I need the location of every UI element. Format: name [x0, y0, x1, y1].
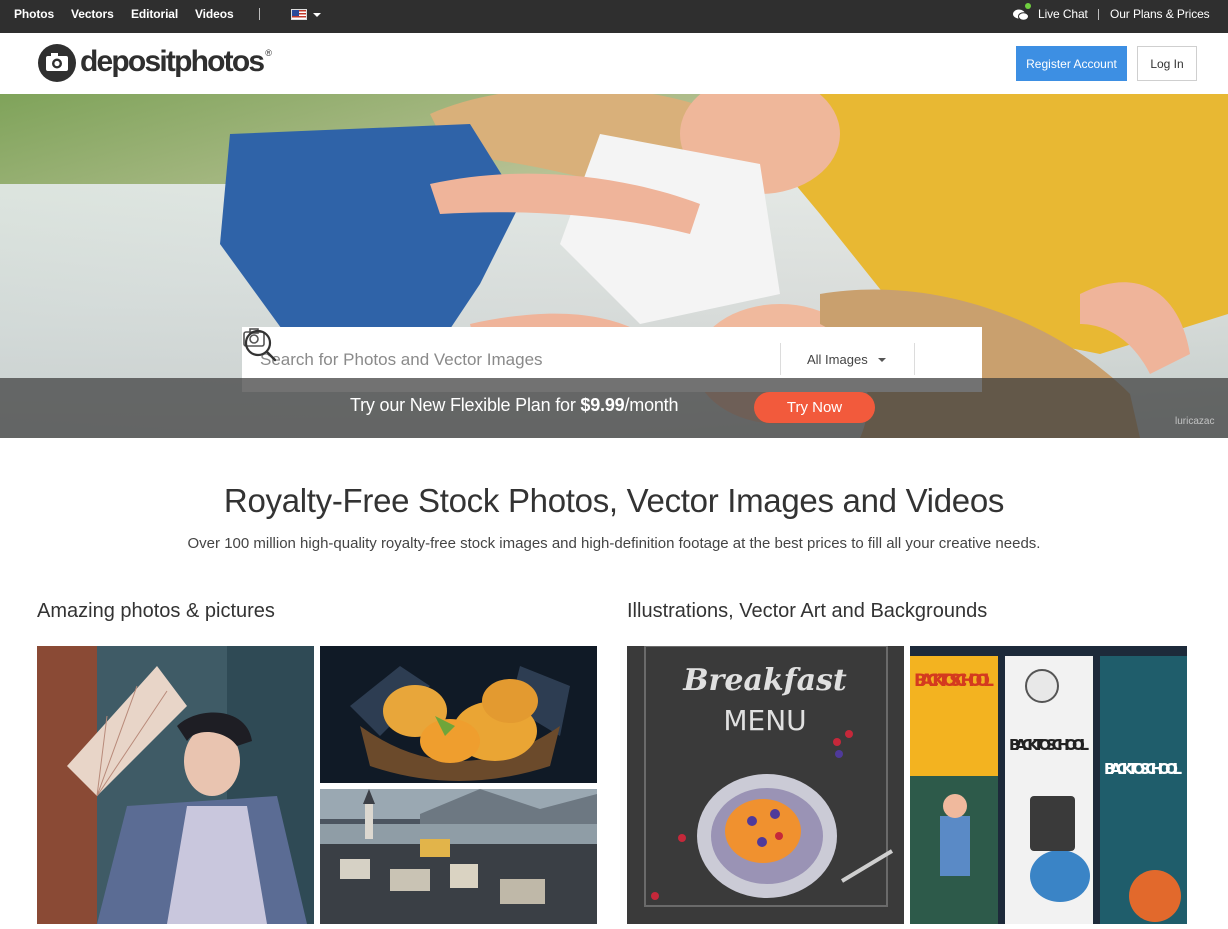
photo-tile-hallstatt[interactable] — [320, 789, 597, 924]
vector-tile-breakfast-menu[interactable]: Breakfast MENU — [627, 646, 904, 924]
registered-mark: ® — [265, 48, 272, 58]
menu-heading: MENU — [723, 704, 806, 737]
search-divider — [780, 343, 781, 375]
nav-photos[interactable]: Photos — [14, 7, 54, 21]
photo-tile-geisha-fan[interactable] — [37, 646, 314, 924]
plans-prices-link[interactable]: Our Plans & Prices — [1110, 7, 1210, 21]
vectors-section-title[interactable]: Illustrations, Vector Art and Background… — [627, 600, 987, 623]
nav-editorial[interactable]: Editorial — [131, 7, 178, 21]
promo-suffix: /month — [624, 395, 679, 415]
photo-credit: luricazac — [1175, 416, 1215, 427]
image-type-label: All Images — [807, 352, 868, 367]
search-icon[interactable] — [242, 327, 278, 363]
back-to-school-illustration: BACK TO SCHOOL BACK TO SCHOOL BACK TO SC… — [910, 646, 1187, 924]
nav-divider — [259, 8, 260, 20]
register-account-button[interactable]: Register Account — [1016, 46, 1127, 81]
nav-vectors[interactable]: Vectors — [71, 7, 114, 21]
hallstatt-photo — [320, 789, 597, 924]
logo-wordmark: depositphotos — [80, 44, 265, 78]
chat-icon[interactable] — [1013, 8, 1029, 22]
image-type-select[interactable]: All Images — [807, 352, 886, 367]
online-status-dot — [1025, 3, 1031, 9]
try-now-button[interactable]: Try Now — [754, 392, 875, 423]
back-to-school-title-1: BACK TO SCHOOL — [914, 671, 994, 691]
login-button[interactable]: Log In — [1137, 46, 1197, 81]
us-flag-icon[interactable] — [291, 9, 307, 20]
promo-prefix: Try our New Flexible Plan for — [350, 395, 581, 415]
page-title: Royalty-Free Stock Photos, Vector Images… — [223, 482, 1005, 519]
promo-price: $9.99 — [580, 395, 625, 415]
vector-tile-back-to-school[interactable]: BACK TO SCHOOL BACK TO SCHOOL BACK TO SC… — [910, 646, 1187, 924]
breakfast-menu-illustration: Breakfast MENU — [627, 646, 904, 924]
photos-section-title[interactable]: Amazing photos & pictures — [37, 600, 275, 623]
melons-photo — [320, 646, 597, 783]
chevron-down-icon — [877, 357, 886, 362]
photo-tile-melons[interactable] — [320, 646, 597, 783]
breakfast-heading: Breakfast — [682, 663, 847, 698]
back-to-school-title-2: BACK TO SCHOOL — [1009, 736, 1089, 754]
promo-strip: Try our New Flexible Plan for $9.99/mont… — [0, 378, 1228, 438]
back-to-school-title-3: BACK TO SCHOOL — [1104, 760, 1182, 778]
page-subtitle: Over 100 million high-quality royalty-fr… — [187, 535, 1041, 552]
topbar-divider — [1098, 9, 1099, 20]
search-divider — [914, 343, 915, 375]
geisha-photo — [37, 646, 314, 924]
top-bar: Photos Vectors Editorial Videos Live Cha… — [0, 0, 1228, 33]
promo-text: Try our New Flexible Plan for $9.99/mont… — [350, 395, 679, 416]
nav-videos[interactable]: Videos — [195, 7, 234, 21]
live-chat-link[interactable]: Live Chat — [1038, 7, 1088, 21]
chevron-down-icon[interactable] — [313, 13, 321, 17]
hero-banner: All Images Try our New Flexible Plan for… — [0, 94, 1228, 438]
camera-logo-icon — [38, 44, 76, 82]
logo[interactable]: depositphotos ® — [37, 43, 272, 83]
